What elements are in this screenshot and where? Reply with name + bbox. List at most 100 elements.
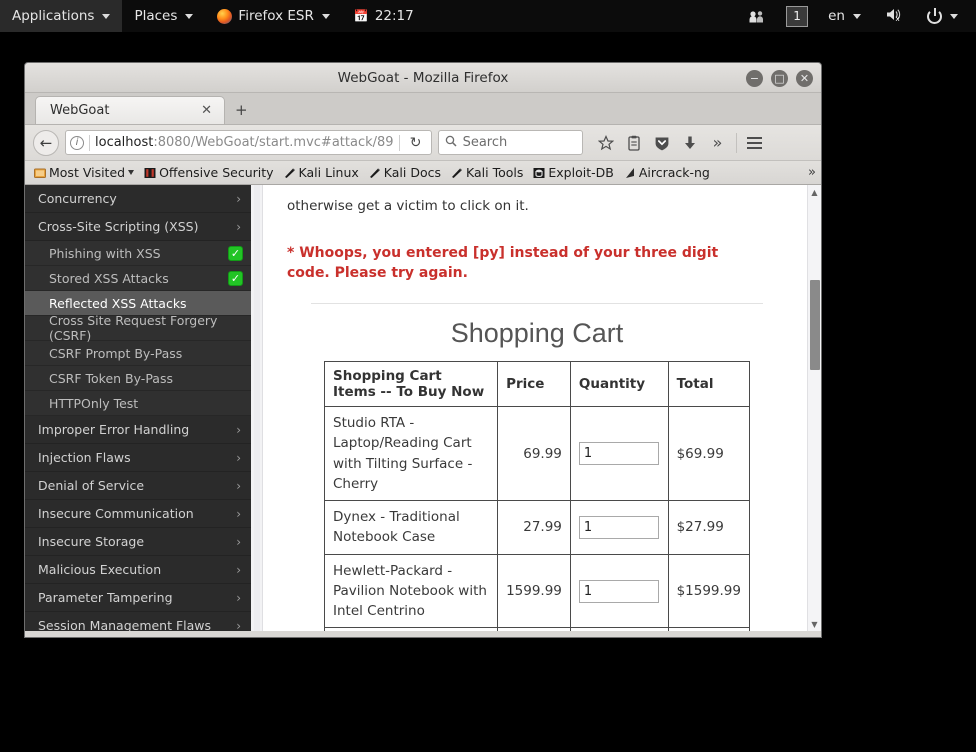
sidebar-item-phishing-with-xss[interactable]: Phishing with XSS ✓ — [25, 241, 251, 266]
close-icon[interactable]: ✕ — [197, 103, 216, 118]
calendar-icon: 📅 — [353, 9, 369, 23]
reload-icon[interactable]: ↻ — [405, 132, 427, 154]
site-info-icon[interactable]: i — [70, 135, 84, 150]
volume-muted-icon: x — [885, 7, 903, 26]
sidebar-item-insecure-storage[interactable]: Insecure Storage › — [25, 528, 251, 556]
bookmark-label: Exploit-DB — [548, 165, 614, 180]
sidebar-item-concurrency[interactable]: Concurrency › — [25, 185, 251, 213]
clock[interactable]: 📅 22:17 — [342, 0, 426, 32]
bookmark-offensive-security[interactable]: Offensive Security — [139, 163, 278, 183]
quantity-input[interactable] — [578, 579, 659, 603]
pocket-shield-icon[interactable] — [649, 130, 675, 156]
language-indicator[interactable]: en — [816, 0, 873, 32]
reader-view-icon[interactable] — [621, 130, 647, 156]
sidebar-gutter-track — [253, 185, 260, 631]
bookmark-label: Most Visited — [49, 165, 126, 180]
sidebar-item-parameter-tampering[interactable]: Parameter Tampering › — [25, 584, 251, 612]
sidebar-item-stored-xss-attacks[interactable]: Stored XSS Attacks ✓ — [25, 266, 251, 291]
sidebar-item-label: Concurrency — [38, 191, 117, 206]
url-host: localhost — [95, 135, 154, 150]
bookmark-kali-docs[interactable]: Kali Docs — [364, 163, 446, 183]
cell-price: 1599.99 — [497, 553, 571, 629]
sidebar-item-malicious-execution[interactable]: Malicious Execution › — [25, 556, 251, 584]
scroll-up-arrow-icon[interactable]: ▲ — [808, 185, 821, 199]
content-divider — [311, 303, 763, 305]
sidebar-item-label: Session Management Flaws — [38, 618, 212, 631]
overflow-chevrons-icon[interactable]: » — [705, 130, 731, 156]
lesson-content: otherwise get a victim to click on it. *… — [263, 185, 821, 631]
browser-tab-webgoat[interactable]: WebGoat ✕ — [35, 96, 225, 124]
firefox-window: WebGoat - Mozilla Firefox − □ ✕ WebGoat … — [24, 62, 822, 638]
bookmark-label: Aircrack-ng — [638, 165, 710, 180]
folder-icon — [34, 167, 46, 179]
sidebar-item-httponly-test[interactable]: HTTPOnly Test — [25, 391, 251, 416]
url-bar[interactable]: i localhost:8080/WebGoat/start.mvc#attac… — [65, 130, 432, 155]
minimize-button[interactable]: − — [746, 69, 763, 87]
scrollbar-thumb[interactable] — [810, 280, 820, 370]
sidebar-item-label: Malicious Execution — [38, 562, 162, 577]
search-input[interactable]: Search — [463, 135, 508, 150]
back-button[interactable]: ← — [33, 129, 59, 156]
sidebar-item-label: Insecure Communication — [38, 506, 194, 521]
maximize-button[interactable]: □ — [771, 69, 788, 87]
window-title: WebGoat - Mozilla Firefox — [337, 69, 509, 86]
lesson-complete-check-icon: ✓ — [228, 270, 243, 286]
bookmarks-bar: Most Visited Offensive Security Kali Lin… — [25, 161, 821, 185]
sidebar-item-csrf[interactable]: Cross Site Request Forgery (CSRF) — [25, 313, 251, 343]
download-icon[interactable] — [677, 130, 703, 156]
sidebar-item-insecure-communication[interactable]: Insecure Communication › — [25, 500, 251, 528]
bookmark-kali-linux[interactable]: Kali Linux — [279, 163, 364, 183]
sidebar-item-label: Phishing with XSS — [49, 245, 161, 261]
sidebar-item-label: CSRF Token By-Pass — [49, 370, 173, 386]
cell-quantity — [569, 406, 669, 502]
page-scrollbar[interactable]: ▲ ▼ — [807, 185, 821, 631]
sidebar-item-injection-flaws[interactable]: Injection Flaws › — [25, 444, 251, 472]
bookmark-kali-tools[interactable]: Kali Tools — [446, 163, 528, 183]
new-tab-button[interactable]: + — [225, 96, 258, 124]
exploitdb-icon — [533, 167, 545, 179]
bookmark-exploit-db[interactable]: Exploit-DB — [528, 163, 618, 183]
quantity-input[interactable] — [578, 442, 659, 466]
sidebar-item-session-management-flaws[interactable]: Session Management Flaws › — [25, 612, 251, 631]
url-input[interactable]: localhost:8080/WebGoat/start.mvc#attack/… — [95, 135, 394, 150]
applications-menu[interactable]: Applications — [0, 0, 123, 32]
quantity-input[interactable] — [578, 515, 659, 539]
firefox-launcher[interactable]: Firefox ESR — [205, 0, 341, 32]
bookmark-most-visited[interactable]: Most Visited — [29, 163, 139, 183]
chevron-right-icon: › — [236, 422, 241, 437]
sidebar-gutter — [251, 185, 263, 631]
close-button[interactable]: ✕ — [796, 69, 813, 87]
toolbar-icons: » — [593, 130, 768, 156]
sidebar-item-denial-of-service[interactable]: Denial of Service › — [25, 472, 251, 500]
sidebar-item-label: CSRF Prompt By-Pass — [49, 345, 183, 361]
chevron-down-icon — [950, 13, 958, 19]
bookmark-star-icon[interactable] — [593, 130, 619, 156]
chevron-right-icon: › — [236, 450, 241, 465]
firefox-launcher-label: Firefox ESR — [238, 8, 314, 24]
users-indicator[interactable] — [737, 0, 778, 32]
cell-item-name: 3 - Year Performance Service Plan $1000 … — [323, 627, 499, 631]
workspace-indicator[interactable]: 1 — [786, 5, 809, 27]
places-menu[interactable]: Places — [122, 0, 205, 32]
bookmark-aircrack-ng[interactable]: Aircrack-ng — [619, 163, 715, 183]
aircrack-icon — [624, 167, 636, 179]
chevron-right-icon: › — [236, 590, 241, 605]
sidebar-item-cross-site-scripting[interactable]: Cross-Site Scripting (XSS) › — [25, 213, 251, 241]
chevron-down-icon — [853, 13, 861, 19]
sidebar-item-csrf-token-by-pass[interactable]: CSRF Token By-Pass — [25, 366, 251, 391]
window-controls: − □ ✕ — [746, 63, 813, 93]
table-header-row: Shopping Cart Items -- To Buy Now Price … — [323, 361, 751, 408]
bookmarks-overflow-icon[interactable]: » — [808, 165, 816, 180]
url-path: :8080/WebGoat/start.mvc#attack/89 — [153, 135, 394, 150]
chevron-down-icon — [321, 13, 330, 19]
sidebar-item-label: Parameter Tampering — [38, 590, 173, 605]
menu-hamburger-icon[interactable] — [742, 130, 768, 156]
search-bar[interactable]: Search — [437, 130, 583, 155]
sidebar-item-csrf-prompt-by-pass[interactable]: CSRF Prompt By-Pass — [25, 341, 251, 366]
cell-quantity — [569, 627, 669, 631]
sidebar-item-improper-error-handling[interactable]: Improper Error Handling › — [25, 416, 251, 444]
power-menu[interactable] — [915, 0, 970, 32]
scroll-down-arrow-icon[interactable]: ▼ — [808, 617, 821, 631]
volume-indicator[interactable]: x — [873, 0, 915, 32]
chevron-right-icon: › — [236, 506, 241, 521]
